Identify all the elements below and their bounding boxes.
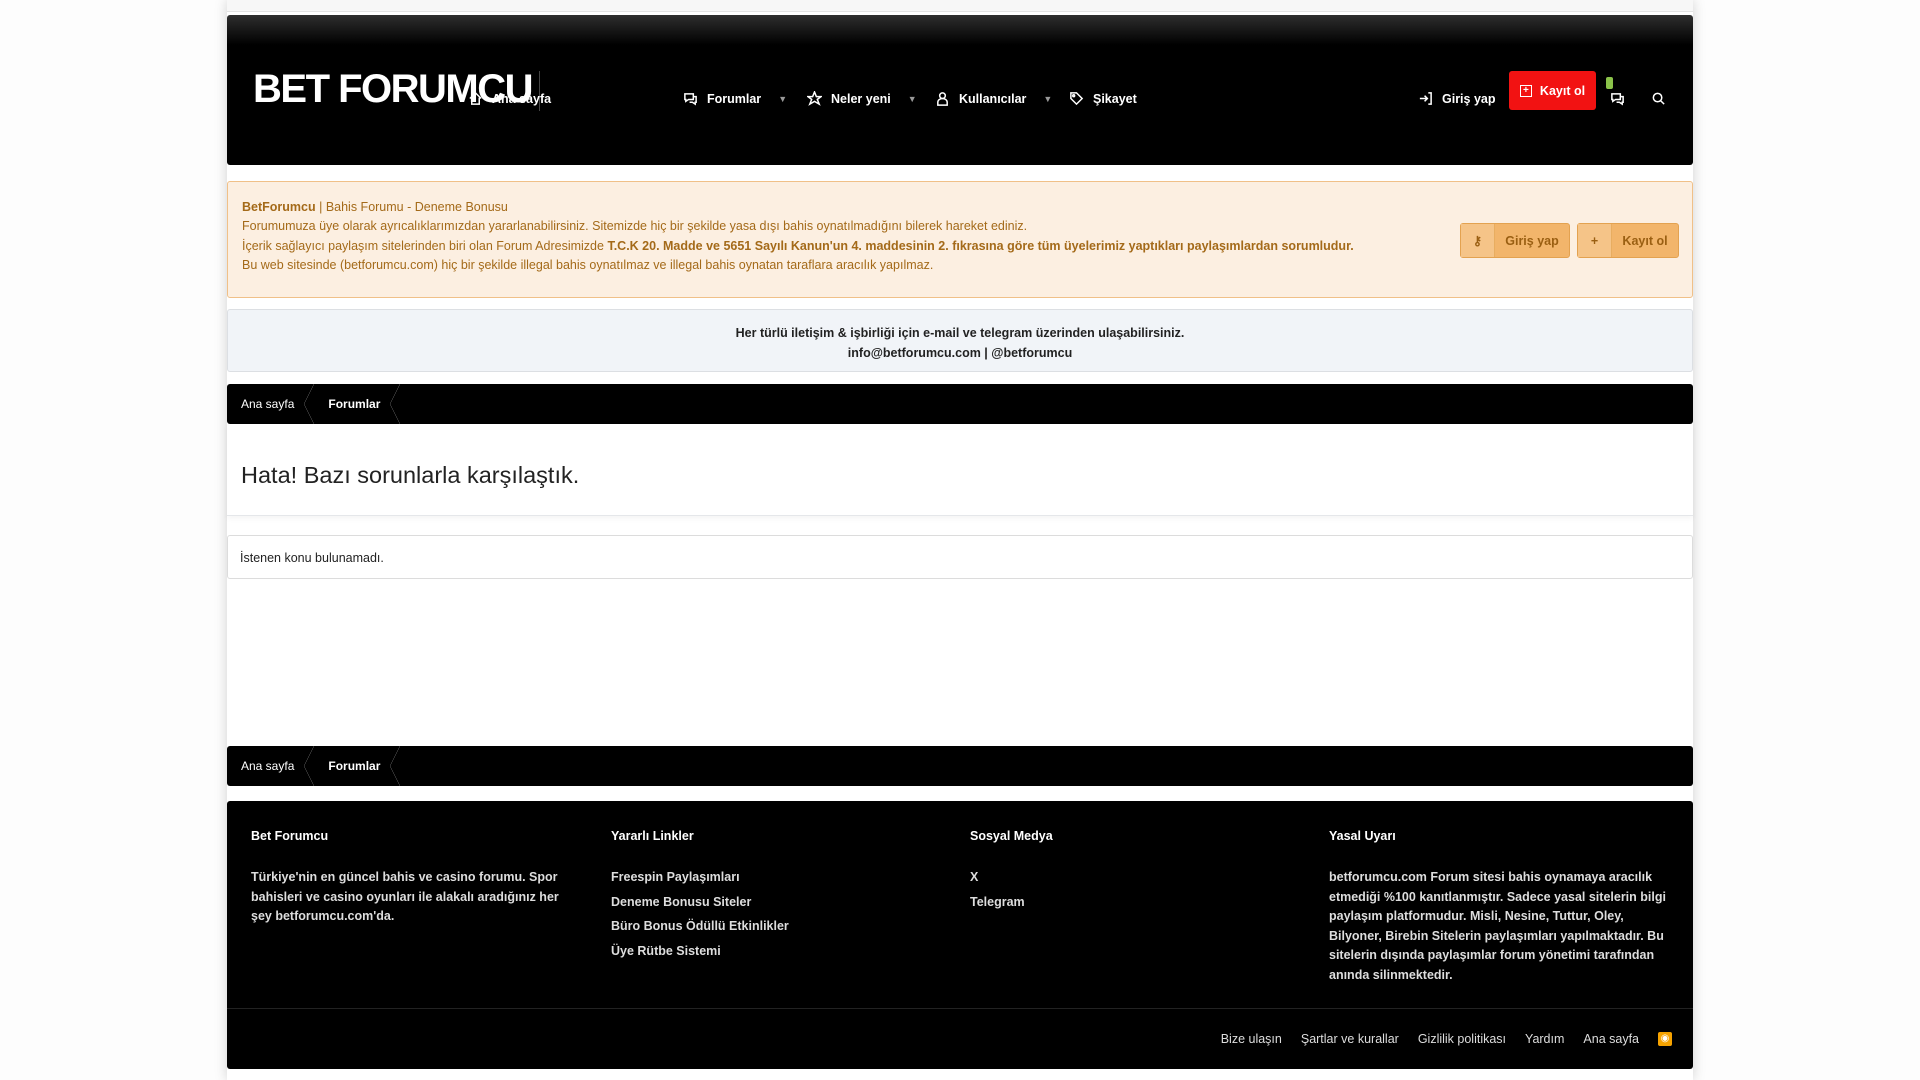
notice-line-4: Bu web sitesinde (betforumcu.com) hiç bi…	[242, 258, 934, 272]
nav-forums[interactable]: Forumlar ▼	[683, 91, 787, 106]
notification-badge	[1606, 77, 1613, 89]
plus-square-icon: +	[1519, 84, 1532, 97]
rss-icon[interactable]: ◉	[1658, 1032, 1672, 1046]
footer-bottom-links: Bize ulaşın Şartlar ve kurallar Gizlilik…	[1221, 1032, 1672, 1046]
chevron-down-icon[interactable]: ▼	[778, 94, 787, 104]
page: BET FORUMCU Ana sayfa Forumlar ▼ Neler ye…	[227, 0, 1693, 1080]
footer-col-about: Bet Forumcu Türkiye'nin en güncel bahis v…	[251, 829, 581, 927]
home-icon	[469, 91, 482, 105]
page-title: Hata! Bazı sorunlarla karşılaştık.	[241, 462, 580, 488]
notice-brand: BetForumcu	[242, 200, 316, 214]
header: BET FORUMCU Ana sayfa Forumlar ▼ Neler ye…	[227, 15, 1693, 165]
footer: Bet Forumcu Türkiye'nin en güncel bahis v…	[227, 801, 1693, 1069]
key-icon: ⚷	[1461, 224, 1495, 257]
chevron-down-icon[interactable]: ▼	[1043, 94, 1052, 104]
footer-link-home[interactable]: Ana sayfa	[1583, 1032, 1639, 1046]
breadcrumb-home[interactable]: Ana sayfa	[227, 384, 315, 424]
plus-icon: +	[1578, 224, 1612, 257]
footer-col-social: Sosyal Medya X Telegram	[970, 829, 1300, 917]
footer-divider	[227, 1008, 1693, 1009]
footer-link[interactable]: Üye Rütbe Sistemi	[611, 942, 941, 962]
register-button[interactable]: + Kayıt ol	[1509, 71, 1596, 110]
footer-link-telegram[interactable]: Telegram	[970, 893, 1300, 913]
nav-label: Neler yeni	[831, 91, 891, 106]
footer-link[interactable]: Freespin Paylaşımları	[611, 868, 941, 888]
footer-link-terms[interactable]: Şartlar ve kurallar	[1301, 1032, 1399, 1046]
footer-link-help[interactable]: Yardım	[1525, 1032, 1564, 1046]
nav-whats-new[interactable]: Neler yeni ▼	[807, 91, 917, 106]
breadcrumb-bottom: Ana sayfa Forumlar	[227, 746, 1693, 786]
star-icon	[807, 91, 822, 106]
nav-label: Forumlar	[707, 91, 762, 106]
footer-heading: Bet Forumcu	[251, 829, 329, 843]
contact-box: Her türlü iletişim & işbirliği için e-ma…	[227, 309, 1693, 372]
chat-button[interactable]	[1610, 91, 1625, 106]
login-label: Giriş yap	[1442, 91, 1496, 106]
page-title-box: Hata! Bazı sorunlarla karşılaştık.	[227, 424, 1693, 516]
footer-col-legal: Yasal Uyarı betforumcu.com Forum sitesi b…	[1329, 829, 1669, 985]
notice-banner: BetForumcu | Bahis Forumu - Deneme Bonus…	[227, 181, 1693, 298]
breadcrumb: Ana sayfa Forumlar	[227, 384, 1693, 424]
notice-line-3: İçerik sağlayıcı paylaşım sitelerinden b…	[242, 239, 1354, 253]
nav-home[interactable]: Ana sayfa	[468, 91, 551, 106]
contact-details[interactable]: info@betforumcu.com | @betforumcu	[228, 344, 1692, 364]
footer-link[interactable]: Büro Bonus Ödüllü Etkinlikler	[611, 917, 941, 937]
footer-heading: Yararlı Linkler	[611, 829, 694, 843]
footer-link-contact[interactable]: Bize ulaşın	[1221, 1032, 1282, 1046]
register-label: Kayıt ol	[1539, 83, 1586, 98]
notice-register-button[interactable]: + Kayıt ol	[1577, 223, 1679, 258]
nav-label: Ana sayfa	[492, 91, 552, 106]
user-icon	[937, 92, 948, 106]
error-message: İstenen konu bulunamadı.	[227, 535, 1693, 579]
footer-col-links: Yararlı Linkler Freespin Paylaşımları Den…	[611, 829, 941, 966]
breadcrumb-forums[interactable]: Forumlar	[314, 384, 401, 424]
footer-text: betforumcu.com Forum sitesi bahis oynama…	[1329, 870, 1666, 982]
contact-text: Her türlü iletişim & işbirliği için e-ma…	[735, 326, 1185, 340]
footer-link-x[interactable]: X	[970, 868, 1300, 888]
button-label: Kayıt ol	[1622, 233, 1668, 248]
login-link[interactable]: Giriş yap	[1418, 91, 1496, 106]
notice-tagline: | Bahis Forumu - Deneme Bonusu	[315, 200, 508, 214]
search-button[interactable]	[1651, 91, 1666, 106]
search-icon	[1652, 92, 1665, 105]
comments-icon	[684, 93, 697, 106]
footer-text: Türkiye'nin en güncel bahis ve casino fo…	[251, 870, 559, 923]
notice-legal: T.C.K 20. Madde ve 5651 Sayılı Kanun'un …	[607, 239, 1354, 253]
notice-text: İçerik sağlayıcı paylaşım sitelerinden b…	[242, 239, 608, 253]
footer-heading: Sosyal Medya	[970, 829, 1053, 843]
footer-link-privacy[interactable]: Gizlilik politikası	[1418, 1032, 1506, 1046]
nav-members[interactable]: Kullanıcılar ▼	[935, 91, 1052, 106]
breadcrumb-home[interactable]: Ana sayfa	[227, 746, 315, 786]
footer-heading: Yasal Uyarı	[1329, 829, 1396, 843]
button-label: Giriş yap	[1505, 233, 1559, 248]
chevron-down-icon[interactable]: ▼	[908, 94, 917, 104]
notice-line-1: BetForumcu | Bahis Forumu - Deneme Bonus…	[242, 200, 508, 214]
nav-complaint[interactable]: Şikayet	[1069, 91, 1137, 106]
sign-in-icon	[1419, 92, 1432, 105]
notice-line-2: Forumumuza üye olarak ayrıcalıklarımızda…	[242, 219, 1028, 233]
footer-link[interactable]: Deneme Bonusu Siteler	[611, 893, 941, 913]
comments-icon	[1611, 93, 1624, 106]
nav-label: Şikayet	[1093, 91, 1137, 106]
nav-label: Kullanıcılar	[959, 91, 1027, 106]
notice-login-button[interactable]: ⚷ Giriş yap	[1460, 223, 1570, 258]
top-bar	[227, 0, 1693, 12]
tag-icon	[1070, 92, 1084, 106]
breadcrumb-forums[interactable]: Forumlar	[314, 746, 401, 786]
